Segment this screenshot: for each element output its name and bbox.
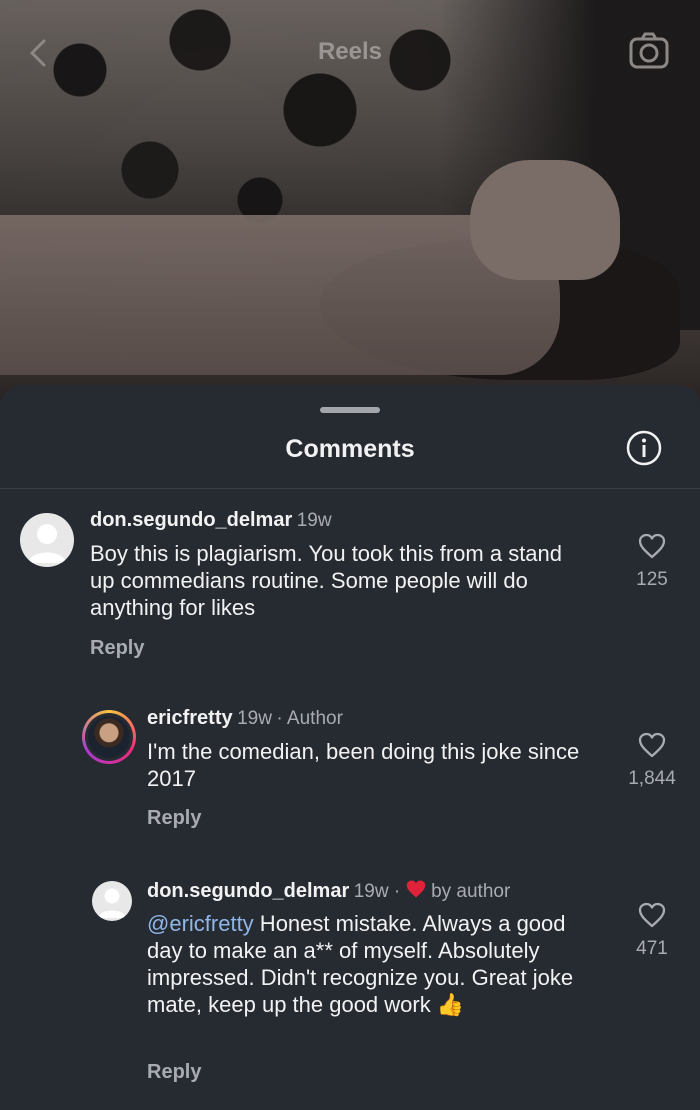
reply-button[interactable]: Reply (147, 1061, 201, 1084)
camera-icon[interactable] (629, 32, 669, 70)
avatar[interactable] (20, 513, 74, 567)
reply-button[interactable]: Reply (90, 637, 144, 660)
liked-by-author-label: by author (431, 881, 511, 902)
video-hand (470, 160, 620, 280)
comment-text: Boy this is plagiarism. You took this fr… (90, 541, 563, 620)
comment-username[interactable]: don.segundo_delmar (147, 880, 349, 902)
comments-title: Comments (285, 435, 415, 463)
reply-button[interactable]: Reply (147, 807, 201, 830)
comment-time: 19w · (353, 881, 401, 902)
like-control: 125 (622, 533, 682, 591)
heart-icon[interactable] (638, 732, 666, 758)
like-control: 471 (622, 902, 682, 960)
comment-item: don.segundo_delmar 19w Boy this is plagi… (0, 505, 700, 675)
heart-icon[interactable] (638, 902, 666, 928)
drag-handle[interactable] (320, 407, 380, 413)
like-count: 471 (636, 938, 668, 959)
like-count: 125 (636, 569, 668, 590)
page-title: Reels (317, 38, 383, 65)
avatar[interactable] (82, 710, 136, 764)
avatar[interactable] (92, 881, 132, 921)
comment-text: I'm the comedian, been doing this joke s… (147, 739, 580, 791)
comment-item: don.segundo_delmar 19w · by author @eric… (0, 875, 700, 1105)
thumbs-up-emoji: 👍 (436, 992, 465, 1017)
comment-item: ericfretty 19w · Author I'm the comedian… (0, 703, 700, 843)
comments-sheet: Comments don.segundo_delmar 19w Boy this… (0, 385, 700, 1110)
comment-text: @ericfretty Honest mistake. Always a goo… (147, 910, 587, 1018)
author-badge: · Author (276, 708, 343, 729)
comment-username[interactable]: ericfretty (147, 707, 233, 729)
comment-username[interactable]: don.segundo_delmar (90, 509, 292, 531)
mention-link[interactable]: @ericfretty (147, 911, 254, 936)
like-count: 1,844 (628, 768, 676, 789)
like-control: 1,844 (622, 732, 682, 790)
heart-icon[interactable] (638, 533, 666, 559)
heart-filled-icon (405, 879, 427, 904)
info-icon[interactable] (626, 430, 662, 466)
comment-time: 19w (237, 708, 272, 729)
comment-time: 19w (296, 510, 332, 531)
header-divider (0, 488, 700, 489)
